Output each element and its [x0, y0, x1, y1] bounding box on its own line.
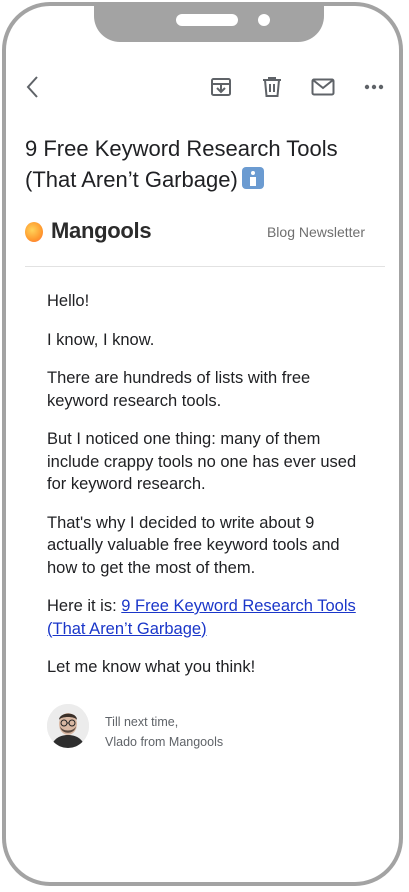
more-button[interactable] — [359, 72, 389, 102]
info-emoji-icon — [241, 167, 264, 189]
camera-icon — [258, 14, 270, 26]
body-paragraph: But I noticed one thing: many of them in… — [47, 430, 357, 493]
archive-button[interactable] — [206, 72, 236, 102]
trash-icon — [263, 77, 281, 97]
delete-button[interactable] — [257, 72, 287, 102]
body-paragraph-link: Here it is: 9 Free Keyword Research Tool… — [47, 595, 357, 640]
signature-line: Vlado from Mangools — [105, 735, 224, 749]
header-divider — [25, 266, 385, 267]
email-body: Hello! I know, I know. There are hundred… — [47, 290, 357, 695]
body-paragraph: That's why I decided to write about 9 ac… — [47, 513, 340, 577]
email-toolbar — [6, 72, 399, 106]
signature-text: Till next time, Vlado from Mangools — [105, 712, 223, 752]
author-avatar-icon — [47, 704, 89, 748]
body-paragraph: I know, I know. — [47, 330, 155, 349]
body-paragraph: Let me know what you think! — [47, 658, 256, 676]
arrow-left-icon — [26, 76, 38, 98]
avatar — [47, 704, 89, 748]
signature: Till next time, Vlado from Mangools — [47, 704, 357, 754]
mark-unread-button[interactable] — [308, 72, 338, 102]
body-paragraph: Hello! — [47, 292, 90, 310]
link-prefix: Here it is: — [47, 597, 122, 615]
sender-row: Mangools Blog Newsletter — [25, 214, 385, 254]
archive-icon — [211, 78, 231, 96]
mangools-logo-icon — [25, 222, 43, 242]
speaker-icon — [176, 14, 238, 26]
email-subject: 9 Free Keyword Research Tools (That Aren… — [25, 133, 365, 195]
more-horizontal-icon — [364, 84, 384, 90]
email-subject-text: 9 Free Keyword Research Tools (That Aren… — [25, 136, 338, 192]
sender-name: Mangools — [51, 218, 152, 243]
signature-line: Till next time, — [105, 715, 179, 729]
phone-frame: 9 Free Keyword Research Tools (That Aren… — [2, 2, 403, 886]
email-label[interactable]: Blog Newsletter — [267, 224, 365, 240]
back-button[interactable] — [18, 72, 48, 102]
mail-icon — [311, 78, 335, 96]
body-paragraph: There are hundreds of lists with free ke… — [47, 369, 311, 410]
phone-notch — [94, 6, 324, 42]
